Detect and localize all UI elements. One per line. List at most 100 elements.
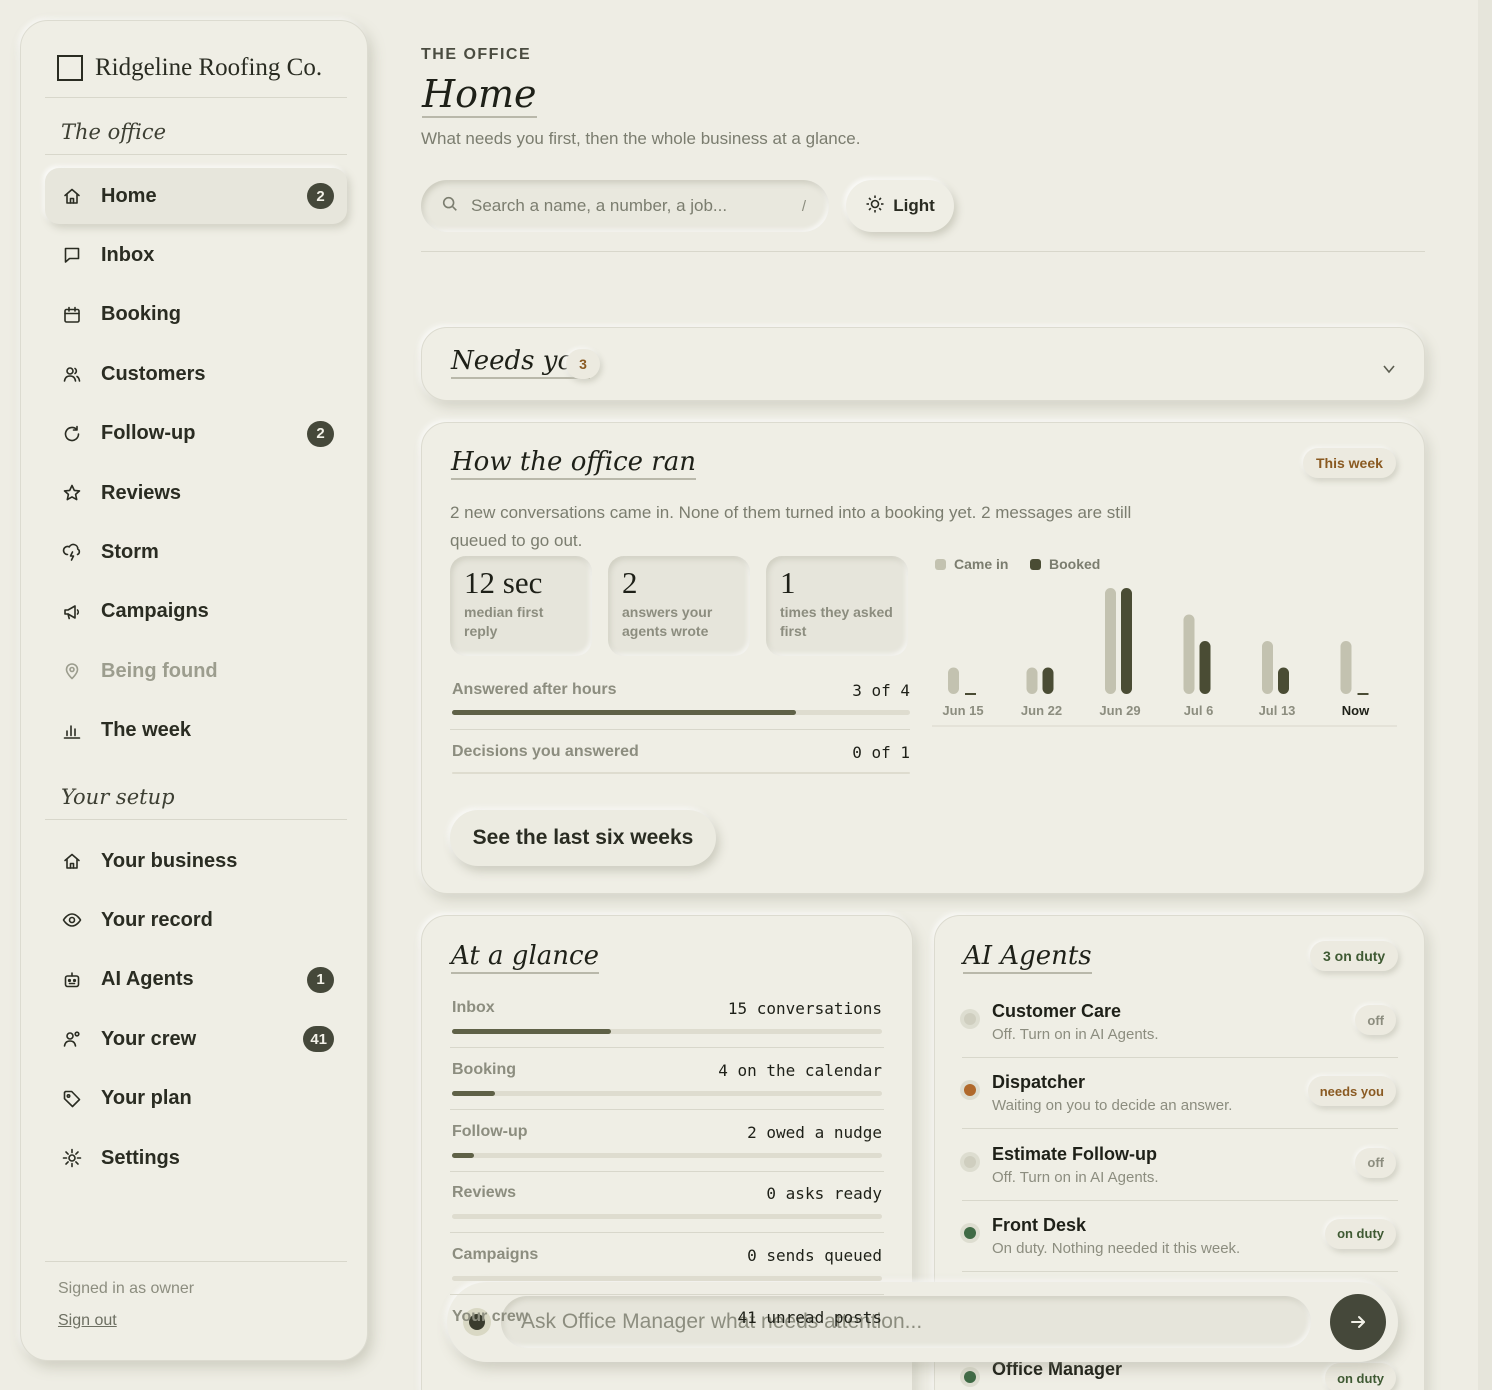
- sidebar-item-label: The week: [101, 719, 192, 742]
- map-pin-icon: [61, 660, 83, 682]
- glance-row-label: Inbox: [452, 999, 495, 1016]
- stat-card: 1 times they asked first: [766, 556, 908, 656]
- sidebar-item-label: Reviews: [101, 481, 182, 504]
- see-six-weeks-button[interactable]: See the last six weeks: [450, 810, 716, 866]
- agent-status-dot: [964, 1084, 976, 1097]
- sidebar-item-ai-agents[interactable]: AI Agents 1: [45, 952, 347, 1008]
- bar-came-in: [1262, 641, 1273, 694]
- glance-row-label: Follow-up: [452, 1122, 528, 1140]
- x-tick-label: Now: [1342, 703, 1370, 718]
- glance-row-fill: [452, 1090, 495, 1096]
- glance-row-track: [452, 1152, 882, 1158]
- meter-fill: [452, 710, 796, 715]
- divider: [450, 1170, 884, 1172]
- users-icon: [61, 363, 83, 385]
- agent-name: Estimate Follow-up: [992, 1143, 1158, 1164]
- meter-track: [452, 710, 910, 715]
- sidebar-item-your-business[interactable]: Your business: [45, 833, 347, 889]
- bar-came-in: [1026, 667, 1038, 694]
- on-duty-badge: 3 on duty: [1310, 941, 1399, 971]
- sidebar-item-settings[interactable]: Settings: [45, 1130, 347, 1186]
- sidebar-item-customers[interactable]: Customers: [45, 346, 347, 402]
- sidebar-item-label: Your plan: [101, 1087, 192, 1110]
- agent-status-dot: [964, 1155, 976, 1168]
- agent-description: On duty. Nothing needed it this week.: [992, 1239, 1241, 1257]
- sidebar-item-label: Your record: [101, 908, 213, 931]
- agent-name: Dispatcher: [992, 1072, 1086, 1093]
- glance-row-value: 41 unread posts: [737, 1308, 883, 1327]
- at-a-glance-title: At a glance: [451, 940, 599, 974]
- agent-status-dot: [964, 1013, 976, 1025]
- glance-row-value: 0 sends queued: [747, 1246, 882, 1266]
- bar-chart-icon: [61, 720, 83, 742]
- stat-label: median first reply: [464, 604, 544, 639]
- gear-icon: [61, 1147, 83, 1169]
- agent-description: Off. Turn on in AI Agents.: [992, 1168, 1159, 1186]
- sidebar-item-reviews[interactable]: Reviews: [45, 465, 347, 521]
- agent-status-badge[interactable]: needs you: [1307, 1076, 1396, 1107]
- glance-row-fill: [452, 1029, 612, 1034]
- glance-row-value: 0 asks ready: [766, 1184, 882, 1204]
- sidebar-item-inbox[interactable]: Inbox: [45, 227, 347, 283]
- sidebar-item-campaigns[interactable]: Campaigns: [45, 584, 347, 640]
- legend-item-came-in: Came in: [935, 556, 1008, 572]
- agent-status-badge[interactable]: off: [1355, 1147, 1396, 1178]
- sidebar-item-booking[interactable]: Booking: [45, 287, 347, 343]
- meter-label: Decisions you answered: [452, 743, 639, 760]
- chevron-down-icon[interactable]: [1380, 360, 1398, 378]
- sidebar-item-the-week[interactable]: The week: [45, 703, 347, 759]
- glance-row-track: [452, 1276, 882, 1282]
- sidebar-item-label: Customers: [101, 362, 206, 385]
- home-icon: [61, 850, 83, 872]
- sidebar-item-follow-up[interactable]: Follow-up 2: [45, 406, 347, 462]
- sidebar-item-your-crew[interactable]: Your crew 41: [45, 1011, 347, 1067]
- divider: [45, 819, 347, 820]
- sidebar-item-label: Settings: [101, 1146, 180, 1169]
- sidebar-item-label: Follow-up: [101, 422, 196, 445]
- sidebar-item-label: Booking: [101, 303, 181, 326]
- legend-swatch: [1030, 558, 1041, 570]
- sidebar-item-label: Inbox: [101, 243, 155, 266]
- ai-agents-title: AI Agents: [963, 940, 1092, 974]
- sidebar-item-being-found[interactable]: Being found: [45, 643, 347, 699]
- x-tick-label: Jun 15: [942, 703, 983, 718]
- divider: [450, 1294, 884, 1296]
- sidebar-item-label: Home: [101, 184, 157, 207]
- meter-track: [452, 772, 910, 774]
- sidebar-item-label: Storm: [101, 540, 159, 563]
- agent-name: Front Desk: [992, 1214, 1087, 1235]
- calendar-icon: [61, 304, 83, 326]
- sidebar-item-your-record[interactable]: Your record: [45, 892, 347, 948]
- agent-status-badge[interactable]: on duty: [1325, 1363, 1396, 1390]
- agent-status-badge[interactable]: on duty: [1325, 1218, 1396, 1249]
- theme-toggle-button[interactable]: Light: [846, 180, 954, 232]
- page-title: Home: [422, 72, 537, 118]
- agent-row-customer-care[interactable]: Customer Care Off. Turn on in AI Agents. o…: [962, 995, 1398, 1065]
- divider: [45, 97, 347, 98]
- sidebar-item-label: Campaigns: [101, 600, 209, 623]
- sidebar-item-your-plan[interactable]: Your plan: [45, 1071, 347, 1127]
- bar-booked-zero: [965, 693, 976, 695]
- sidebar-item-storm[interactable]: Storm: [45, 524, 347, 580]
- agent-row-dispatcher[interactable]: Dispatcher Waiting on you to decide an an…: [962, 1066, 1398, 1136]
- x-tick-label: Jun 22: [1021, 703, 1062, 718]
- divider: [45, 154, 347, 155]
- agent-row-estimate-follow-up[interactable]: Estimate Follow-up Off. Turn on in AI Age…: [962, 1138, 1398, 1208]
- section-title-office: The office: [61, 120, 167, 144]
- storm-icon: [61, 541, 83, 563]
- sidebar-item-home[interactable]: Home 2: [45, 168, 347, 224]
- message-icon: [61, 244, 83, 266]
- period-badge[interactable]: This week: [1303, 448, 1396, 478]
- agent-row-front-desk[interactable]: Front Desk On duty. Nothing needed it thi…: [962, 1209, 1398, 1279]
- brand[interactable]: Ridgeline Roofing Co.: [57, 51, 322, 85]
- send-button[interactable]: [1330, 1294, 1386, 1350]
- glance-row-fill: [452, 1152, 474, 1158]
- eye-icon: [61, 909, 83, 931]
- search-input[interactable]: Search a name, a number, a job... /: [421, 180, 829, 232]
- divider: [450, 1232, 884, 1234]
- home-icon: [61, 185, 83, 207]
- meter-label: Answered after hours: [452, 681, 617, 698]
- agent-status-badge[interactable]: off: [1355, 1005, 1396, 1035]
- search-icon: [441, 195, 459, 218]
- sign-out-link[interactable]: Sign out: [58, 1312, 117, 1330]
